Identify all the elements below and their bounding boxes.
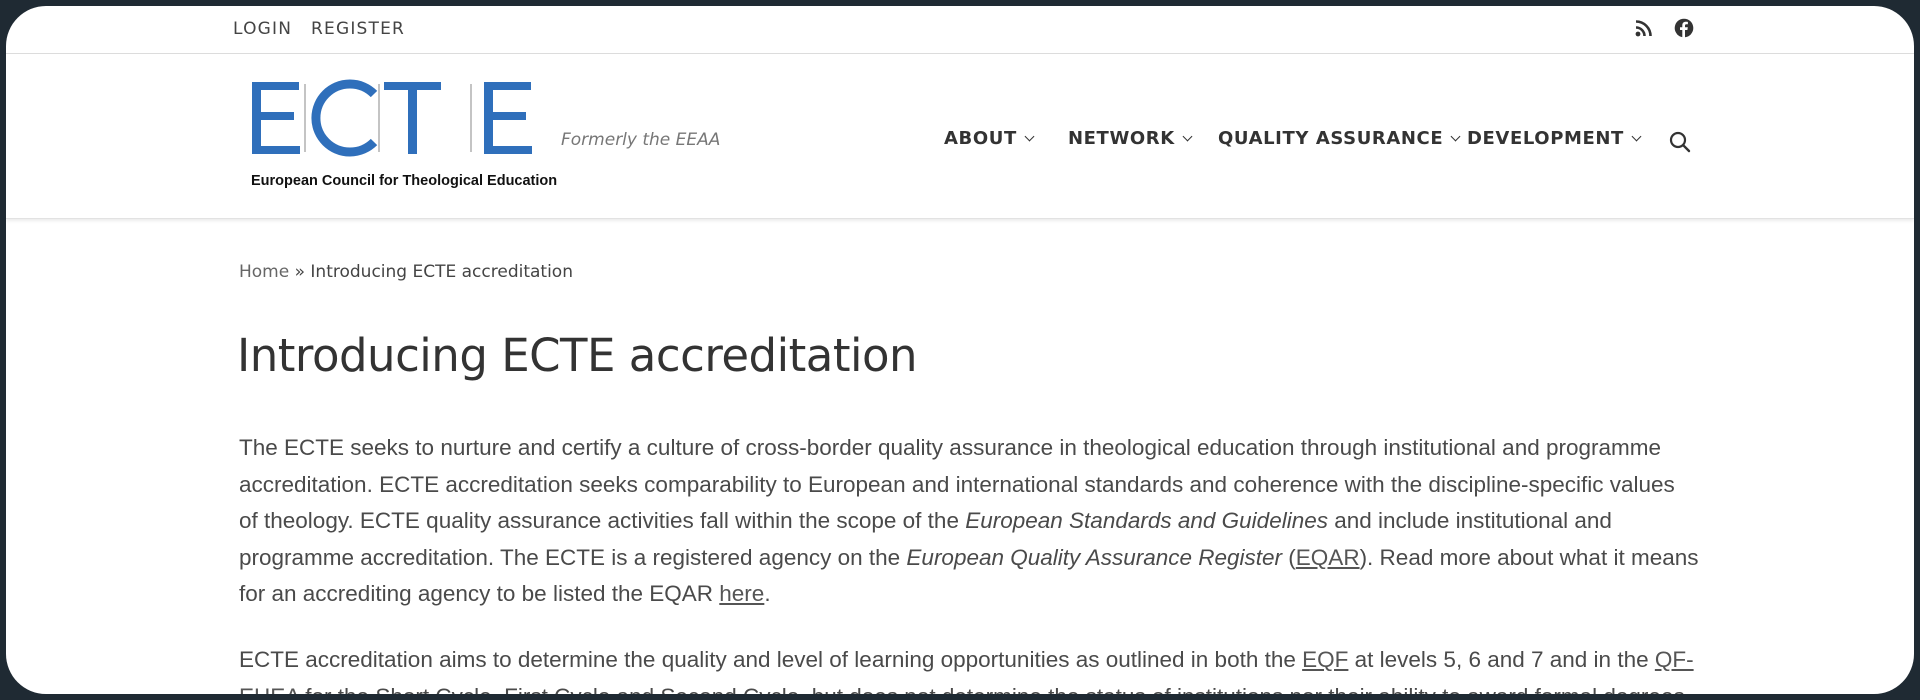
facebook-icon[interactable] (1674, 18, 1694, 38)
accreditation-paragraph: ECTE accreditation aims to determine the… (239, 642, 1699, 694)
site-header: European Council for Theological Educati… (6, 54, 1914, 219)
register-link[interactable]: REGISTER (311, 19, 405, 39)
p1-text-e: . (764, 581, 771, 607)
top-bar: LOGIN REGISTER (6, 6, 1914, 54)
breadcrumb-home-link[interactable]: Home (239, 262, 289, 282)
page-title: Introducing ECTE accreditation (237, 329, 918, 382)
nav-about-label: ABOUT (944, 128, 1017, 149)
nav-development-label: DEVELOPMENT (1467, 128, 1624, 149)
eqar-link[interactable]: EQAR (1296, 545, 1360, 570)
nav-about[interactable]: ABOUT (944, 128, 1035, 149)
esg-emphasis: European Standards and Guidelines (965, 508, 1328, 534)
nav-quality-assurance-label: QUALITY ASSURANCE (1218, 128, 1444, 149)
here-link[interactable]: here (719, 581, 764, 606)
eqar-emphasis: European Quality Assurance Register (906, 544, 1283, 570)
nav-quality-assurance[interactable]: QUALITY ASSURANCE (1218, 128, 1461, 149)
breadcrumb-separator: » (289, 262, 311, 282)
chevron-down-icon (1450, 131, 1461, 142)
intro-paragraph: The ECTE seeks to nurture and certify a … (239, 430, 1699, 613)
breadcrumb-current: Introducing ECTE accreditation (310, 262, 573, 282)
p2-text-a: ECTE accreditation aims to determine the… (239, 647, 1303, 672)
rss-icon[interactable] (1634, 18, 1654, 38)
site-tagline: Formerly the EEAA (561, 130, 721, 150)
browser-viewport: LOGIN REGISTER European Council for Theo… (6, 6, 1914, 694)
eqf-link[interactable]: EQF (1302, 647, 1348, 672)
chevron-down-icon (1182, 131, 1193, 142)
search-icon[interactable] (1668, 130, 1692, 154)
p2-text-c: for the Short Cycle, First Cycle and Sec… (299, 684, 1691, 694)
p2-text-b: at levels 5, 6 and 7 and in the (1348, 647, 1655, 672)
p1-text-c: ( (1282, 544, 1296, 570)
chevron-down-icon (1024, 131, 1035, 142)
nav-network[interactable]: NETWORK (1068, 128, 1193, 149)
nav-network-label: NETWORK (1068, 128, 1175, 149)
chevron-down-icon (1631, 131, 1642, 142)
nav-development[interactable]: DEVELOPMENT (1467, 128, 1642, 149)
breadcrumb: Home » Introducing ECTE accreditation (239, 262, 573, 282)
login-link[interactable]: LOGIN (233, 19, 292, 39)
logo-subtitle: European Council for Theological Educati… (251, 173, 558, 189)
